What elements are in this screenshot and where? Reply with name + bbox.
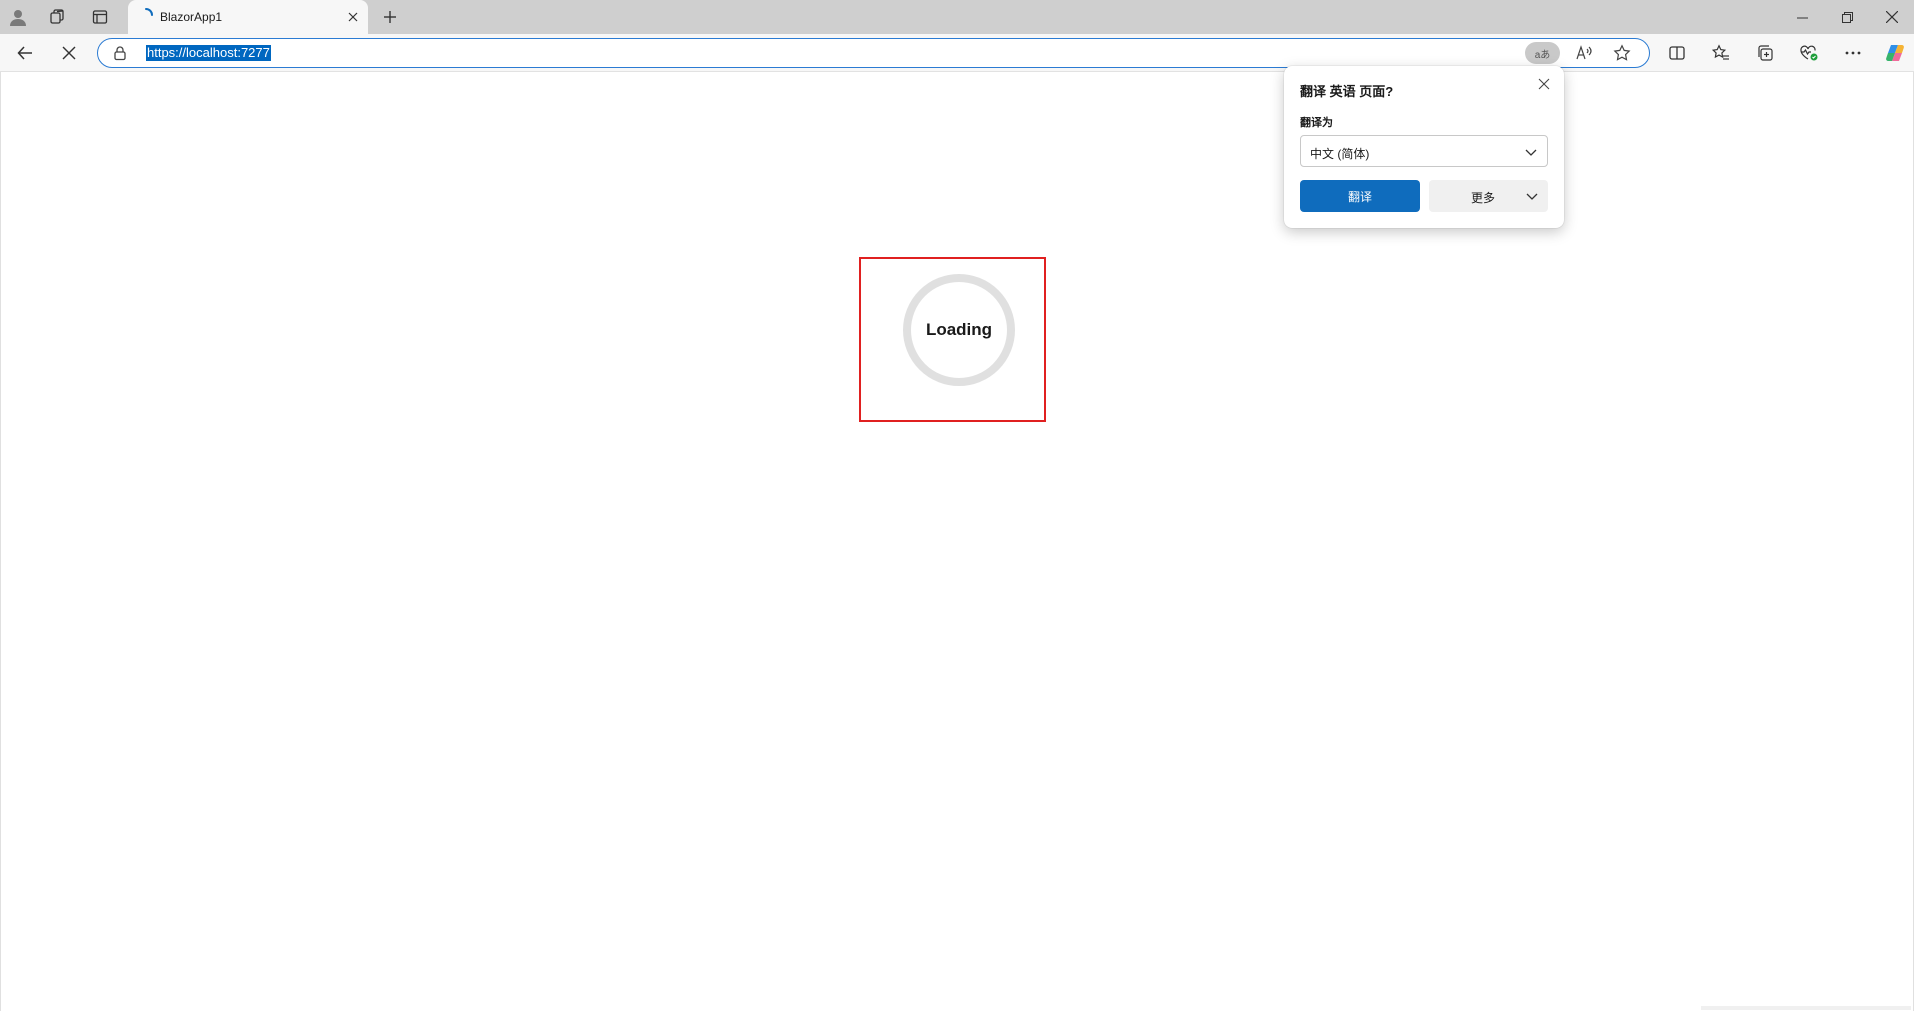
back-icon[interactable] [10, 38, 40, 68]
target-language-select[interactable]: 中文 (简体) [1300, 135, 1548, 167]
more-button-label: 更多 [1471, 191, 1496, 205]
copilot-icon[interactable] [1880, 38, 1910, 68]
favorite-star-icon[interactable] [1610, 42, 1634, 64]
url-text[interactable]: https://localhost:7277 [146, 45, 271, 61]
close-icon[interactable] [1534, 74, 1554, 94]
loading-highlight-frame: Loading [859, 257, 1046, 422]
loading-text: Loading [925, 320, 993, 339]
browser-toolbar: https://localhost:7277 aあ [0, 34, 1914, 72]
favorites-icon[interactable] [1706, 38, 1736, 68]
collections-icon[interactable] [1750, 38, 1780, 68]
active-tab[interactable]: BlazorApp1 [128, 0, 368, 34]
close-window-icon[interactable] [1870, 0, 1914, 34]
lock-icon[interactable] [112, 45, 128, 61]
status-strip [1701, 1006, 1911, 1010]
popup-title: 翻译 英语 页面? [1300, 84, 1394, 99]
close-tab-icon[interactable] [344, 8, 362, 26]
tab-strip: BlazorApp1 [0, 0, 1914, 34]
tab-title: BlazorApp1 [160, 10, 223, 24]
chevron-down-icon [1526, 193, 1538, 200]
tab-actions-icon[interactable] [88, 5, 112, 29]
split-screen-icon[interactable] [1662, 38, 1692, 68]
address-bar[interactable]: https://localhost:7277 aあ [97, 38, 1650, 68]
more-button[interactable]: 更多 [1429, 180, 1548, 212]
loading-favicon-icon [145, 8, 153, 16]
read-aloud-icon[interactable] [1572, 42, 1596, 64]
new-tab-icon[interactable] [378, 5, 402, 29]
chevron-down-icon [1525, 149, 1537, 156]
more-icon[interactable] [1838, 38, 1868, 68]
profile-icon[interactable] [6, 5, 30, 29]
page-viewport: Loading [0, 72, 1914, 1011]
translate-icon[interactable]: aあ [1525, 42, 1560, 64]
translate-popup: 翻译 英语 页面? 翻译为 中文 (简体) 翻译 更多 [1284, 66, 1564, 228]
browser-essentials-icon[interactable] [1794, 38, 1824, 68]
restore-icon[interactable] [1825, 0, 1869, 34]
workspaces-icon[interactable] [46, 5, 70, 29]
target-language-label: 翻译为 [1300, 117, 1333, 129]
loading-spinner: Loading [903, 274, 1015, 386]
minimize-icon[interactable] [1780, 0, 1824, 34]
stop-loading-icon[interactable] [54, 38, 84, 68]
translate-button[interactable]: 翻译 [1300, 180, 1420, 212]
selected-language: 中文 (简体) [1310, 147, 1370, 161]
